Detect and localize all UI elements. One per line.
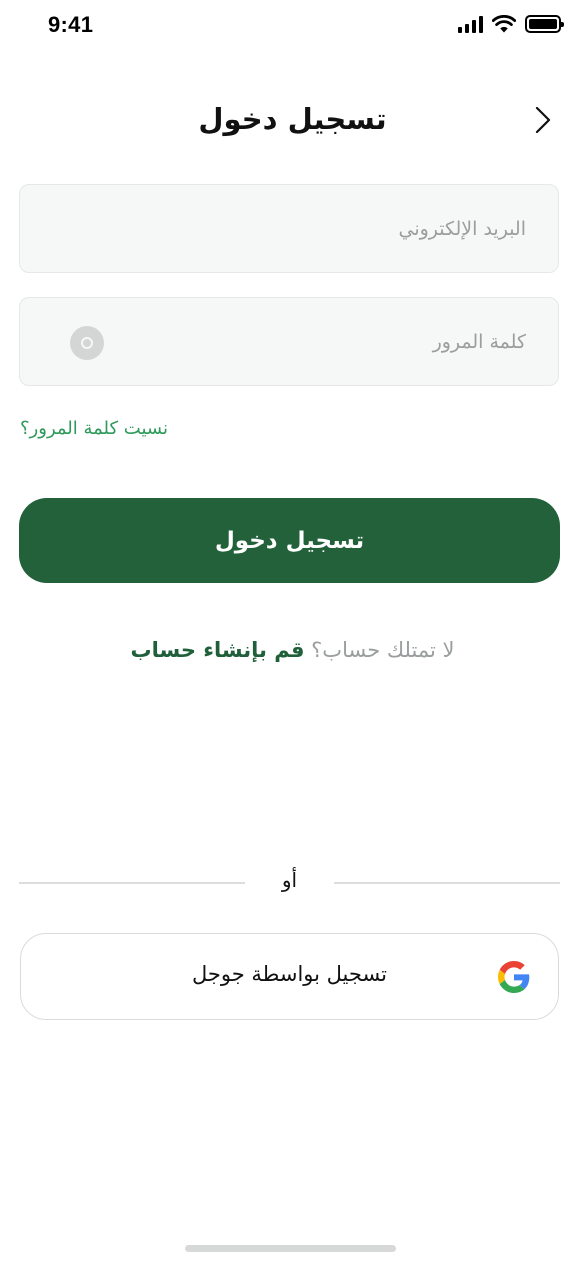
create-account-link[interactable]: قم بإنشاء حساب [130, 638, 304, 662]
google-icon [498, 961, 530, 993]
divider-line-right [334, 882, 560, 884]
login-button[interactable]: تسجيل دخول [19, 498, 560, 583]
status-time: 9:41 [48, 12, 94, 37]
eye-icon [81, 337, 93, 349]
google-signin-button[interactable]: تسجيل بواسطة جوجل [20, 933, 559, 1020]
page-title: تسجيل دخول [198, 102, 387, 136]
chevron-right-icon [535, 106, 551, 134]
battery-icon [525, 15, 564, 33]
wifi-icon [492, 15, 516, 33]
home-indicator [185, 1245, 396, 1252]
status-bar: 9:41 [0, 0, 585, 54]
email-field[interactable] [19, 184, 559, 273]
signup-row: لا تمتلك حساب؟ قم بإنشاء حساب [0, 638, 585, 662]
google-signin-label: تسجيل بواسطة جوجل [191, 962, 388, 986]
forgot-password-link[interactable]: نسيت كلمة المرور؟ [20, 418, 168, 439]
password-visibility-toggle[interactable] [70, 326, 104, 360]
header: تسجيل دخول [0, 90, 585, 150]
email-input[interactable] [20, 185, 558, 272]
or-divider: أو [19, 868, 560, 896]
divider-text: أو [281, 868, 298, 892]
cellular-signal-icon [458, 15, 483, 33]
back-button[interactable] [525, 102, 561, 138]
signup-prompt: لا تمتلك حساب؟ [311, 638, 455, 662]
password-field[interactable] [19, 297, 559, 386]
status-icons [458, 15, 564, 33]
